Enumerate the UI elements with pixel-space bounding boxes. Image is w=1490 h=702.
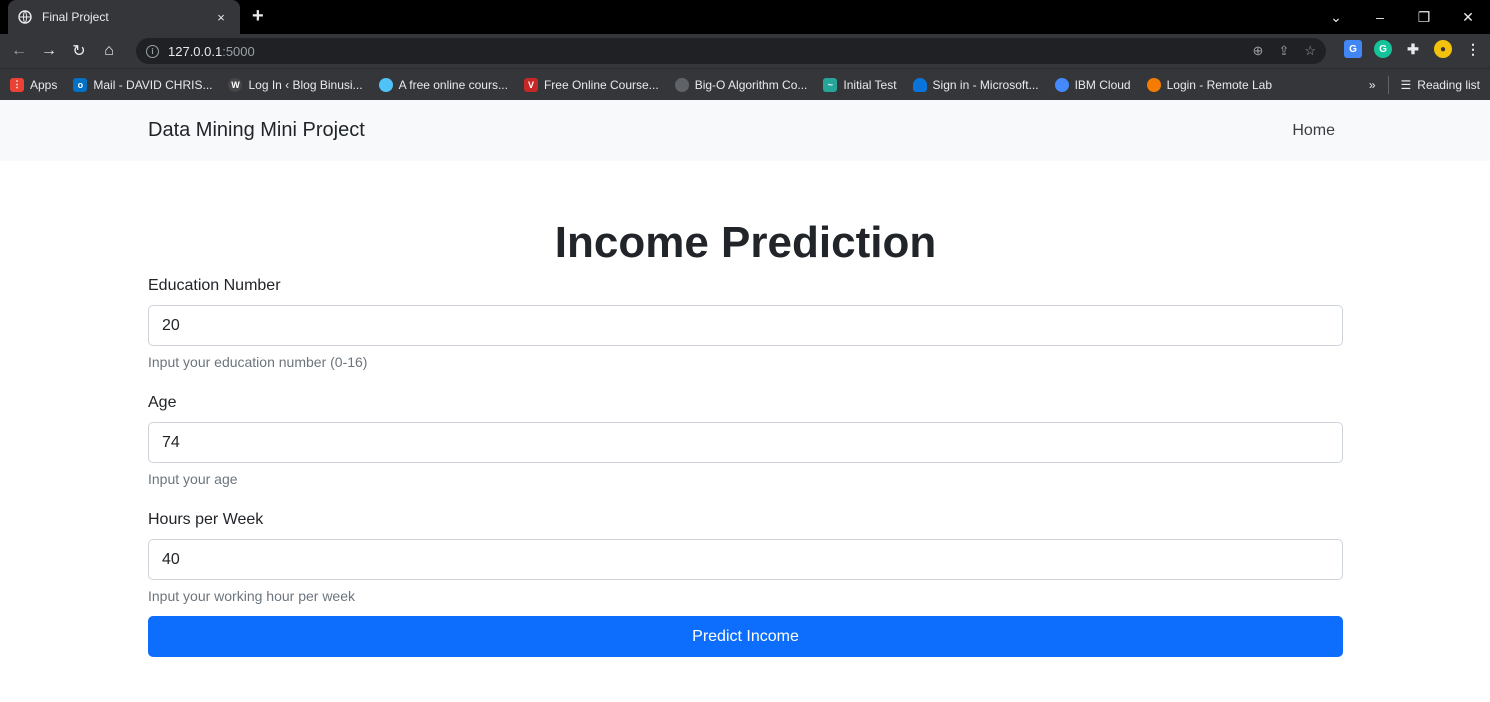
tab-strip: Final Project × + ⌄ – ❐ ✕ — [0, 0, 1490, 34]
outlook-icon: o — [73, 77, 88, 92]
form-container: Income Prediction Education Number Input… — [148, 161, 1343, 657]
reading-list-icon[interactable]: ☰ — [1401, 78, 1412, 92]
back-button[interactable]: ← — [4, 42, 34, 60]
divider — [1387, 76, 1389, 94]
age-input[interactable] — [148, 422, 1343, 463]
bookmarks-bar: ⋮ Apps o Mail - DAVID CHRIS... W Log In ‹ B… — [0, 68, 1490, 100]
bookmark-item[interactable]: A free online cours... — [378, 77, 508, 92]
browser-tab[interactable]: Final Project × — [8, 0, 240, 34]
bookmark-label: Apps — [30, 77, 58, 92]
education-number-input[interactable] — [148, 305, 1343, 346]
site-navbar: Data Mining Mini Project Home — [0, 100, 1490, 161]
remote-lab-icon — [1146, 77, 1161, 92]
close-tab-icon[interactable]: × — [212, 10, 230, 25]
education-group: Education Number Input your education nu… — [148, 277, 1343, 372]
url-host: 127.0.0.1 — [168, 43, 223, 59]
bookmark-label: Login - Remote Lab — [1166, 77, 1273, 92]
age-label: Age — [148, 394, 177, 411]
predict-income-button[interactable]: Predict Income — [148, 616, 1343, 657]
bookmark-item[interactable]: Login - Remote Lab — [1146, 77, 1273, 92]
hours-group: Hours per Week Input your working hour p… — [148, 511, 1343, 606]
tab-title: Final Project — [42, 10, 109, 24]
bookmark-item[interactable]: o Mail - DAVID CHRIS... — [73, 77, 213, 92]
address-bar[interactable]: i 127.0.0.1:5000 ⊕ ⇪ ☆ — [136, 38, 1326, 64]
wordpress-icon: W — [228, 77, 243, 92]
globe-icon — [674, 77, 689, 92]
test-icon: ~ — [823, 77, 838, 92]
education-label: Education Number — [148, 277, 281, 294]
bookmarks-overflow-button[interactable]: » — [1369, 78, 1376, 92]
bookmark-label: Log In ‹ Blog Binusi... — [248, 77, 363, 92]
browser-toolbar: ← → ↻ ⌂ i 127.0.0.1:5000 ⊕ ⇪ ☆ G G ✚ ● ⋮ — [0, 34, 1490, 68]
home-button[interactable]: ⌂ — [94, 42, 124, 60]
browser-chrome: Final Project × + ⌄ – ❐ ✕ ← → ↻ ⌂ i 127.… — [0, 0, 1490, 100]
bookmark-label: IBM Cloud — [1074, 77, 1131, 92]
course-icon — [378, 77, 393, 92]
url-text[interactable]: 127.0.0.1:5000 — [168, 44, 255, 59]
extensions-area: G G ✚ ● ⋮ — [1344, 40, 1482, 58]
nav-link-home[interactable]: Home — [1292, 122, 1335, 140]
avatar[interactable]: ● — [1434, 40, 1452, 58]
globe-icon — [18, 10, 32, 24]
bookmark-label: A free online cours... — [398, 77, 508, 92]
site-info-icon[interactable]: i — [146, 44, 159, 58]
share-icon[interactable]: ⇪ — [1278, 43, 1289, 59]
bookmark-label: Sign in - Microsoft... — [932, 77, 1039, 92]
onedrive-icon — [912, 77, 927, 92]
omnibox-actions: ⊕ ⇪ ☆ — [1253, 43, 1316, 59]
bookmark-label: Initial Test — [843, 77, 897, 92]
bookmark-item[interactable]: W Log In ‹ Blog Binusi... — [228, 77, 363, 92]
grammarly-icon[interactable]: G — [1374, 40, 1392, 58]
bookmark-item[interactable]: ~ Initial Test — [823, 77, 897, 92]
bookmark-item[interactable]: ⋮ Apps — [10, 77, 58, 92]
minimize-button[interactable]: – — [1358, 9, 1402, 25]
window-controls: ⌄ – ❐ ✕ — [1314, 0, 1490, 34]
kebab-menu-icon[interactable]: ⋮ — [1464, 40, 1482, 58]
hours-label: Hours per Week — [148, 511, 264, 528]
bookmarks-right: » ☰ Reading list — [1369, 69, 1480, 101]
reading-list-button[interactable]: Reading list — [1417, 78, 1480, 92]
bookmark-item[interactable]: Sign in - Microsoft... — [912, 77, 1039, 92]
bookmark-label: Mail - DAVID CHRIS... — [93, 77, 213, 92]
apps-grid-icon: ⋮ — [10, 77, 24, 92]
ibm-cloud-icon — [1054, 77, 1069, 92]
new-tab-button[interactable]: + — [252, 6, 264, 26]
translate-icon[interactable]: G — [1344, 40, 1362, 58]
star-icon[interactable]: ☆ — [1304, 43, 1316, 59]
zoom-icon[interactable]: ⊕ — [1253, 43, 1264, 59]
bookmark-item[interactable]: Big-O Algorithm Co... — [674, 77, 808, 92]
hours-hint: Input your working hour per week — [148, 588, 355, 604]
reload-button[interactable]: ↻ — [64, 41, 94, 61]
page-title: Income Prediction — [554, 218, 937, 267]
harvard-icon: V — [523, 77, 538, 92]
navbar-brand[interactable]: Data Mining Mini Project — [148, 119, 365, 142]
hours-per-week-input[interactable] — [148, 539, 1343, 580]
age-hint: Input your age — [148, 471, 238, 487]
bookmark-label: Big-O Algorithm Co... — [694, 77, 808, 92]
bookmark-item[interactable]: V Free Online Course... — [523, 77, 659, 92]
forward-button[interactable]: → — [34, 42, 64, 60]
age-group: Age Input your age — [148, 394, 1343, 489]
puzzle-icon[interactable]: ✚ — [1404, 40, 1422, 58]
restore-button[interactable]: ❐ — [1402, 9, 1446, 26]
bookmark-label: Free Online Course... — [543, 77, 659, 92]
education-hint: Input your education number (0-16) — [148, 354, 368, 370]
bookmark-item[interactable]: IBM Cloud — [1054, 77, 1131, 92]
tab-search-icon[interactable]: ⌄ — [1314, 9, 1358, 26]
close-window-button[interactable]: ✕ — [1446, 9, 1490, 26]
url-port: :5000 — [222, 43, 255, 59]
